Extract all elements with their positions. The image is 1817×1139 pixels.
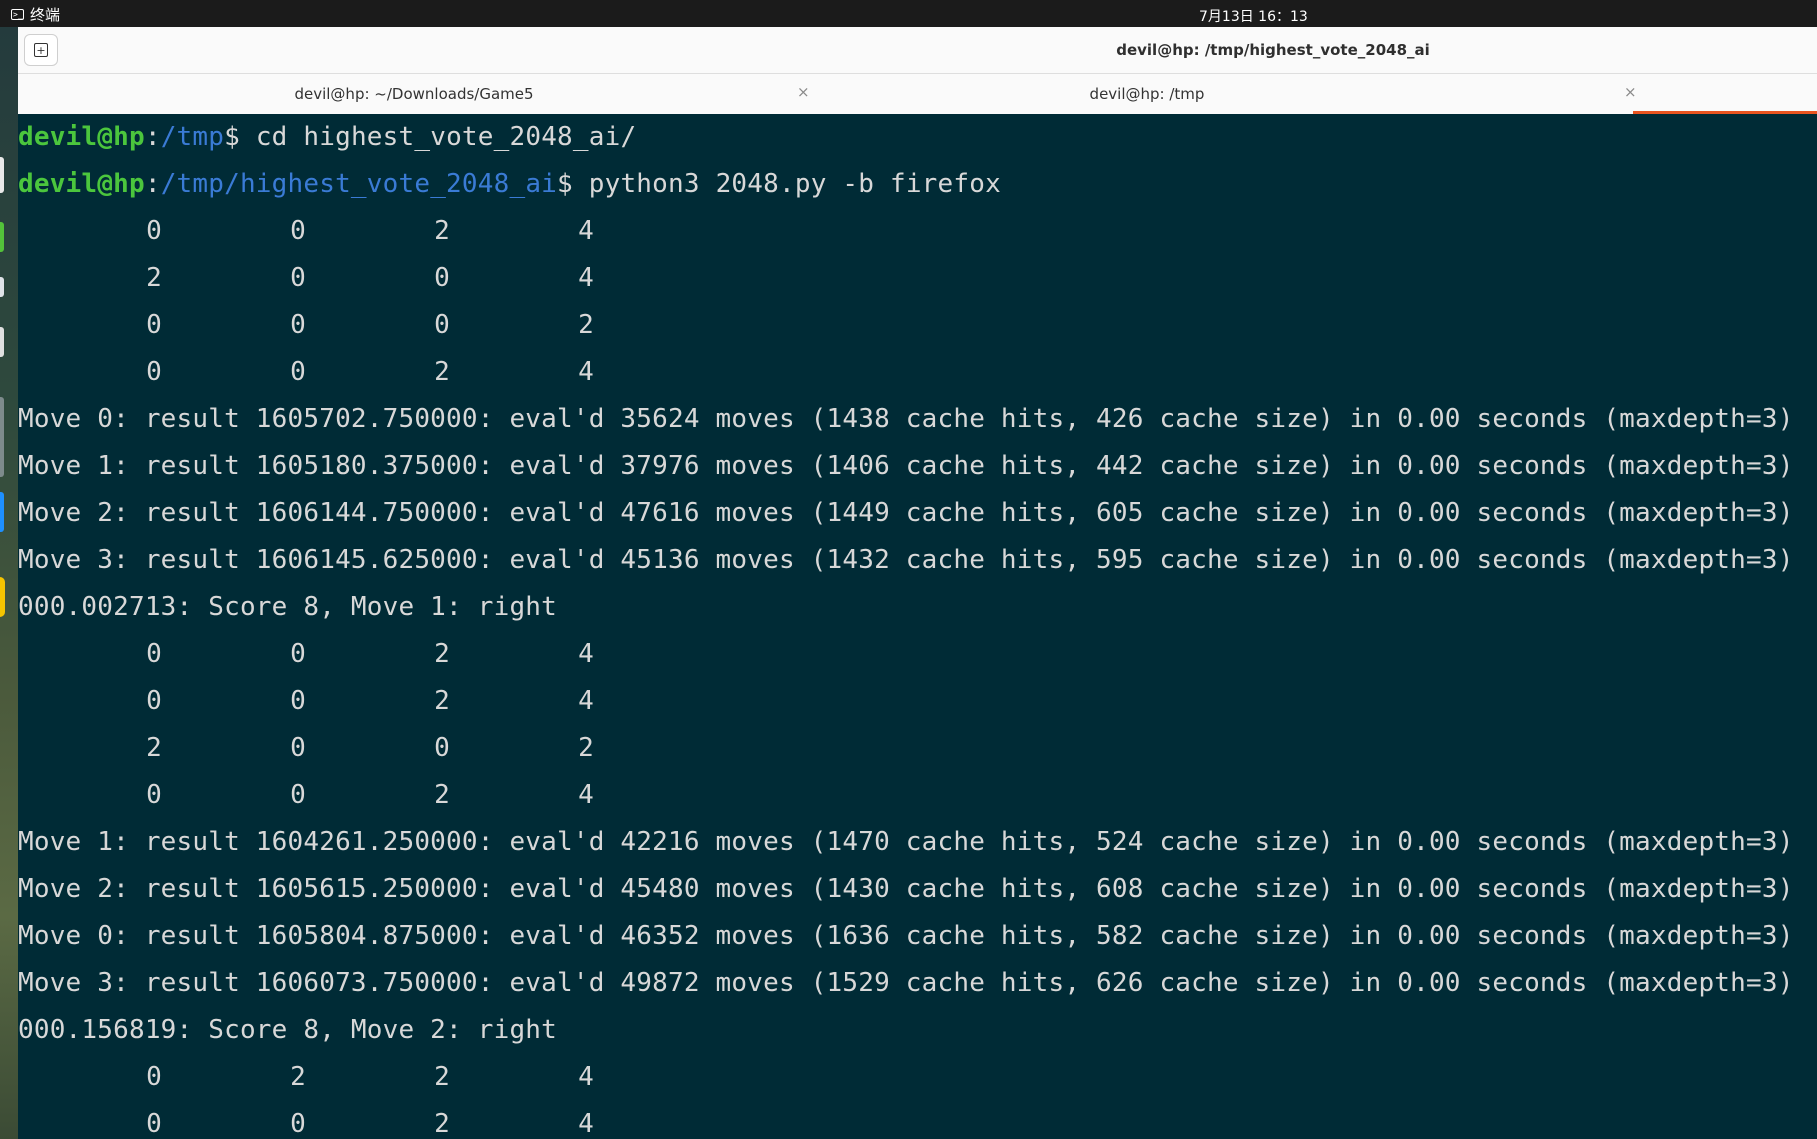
board-cell: 4	[578, 686, 594, 716]
prompt-colon: :	[144, 169, 161, 199]
board-row: 2004	[18, 255, 594, 302]
prompt-colon: :	[144, 122, 161, 152]
score-line: 000.002713: Score 8, Move 1: right	[18, 592, 558, 622]
app-name: 终端	[30, 6, 61, 24]
command-text: cd highest_vote_2048_ai/	[255, 122, 637, 152]
window-header-bar: + devil@hp: /tmp/highest_vote_2048_ai	[18, 27, 1817, 74]
prompt-line: devil@hp:/tmp/highest_vote_2048_ai$ pyth…	[18, 161, 1001, 208]
board-row: 2002	[18, 725, 594, 772]
board-row: 0 0 2 4	[18, 349, 594, 396]
move-log-line: Move 1: result 1604261.250000: eval'd 42…	[18, 827, 1794, 857]
new-tab-button[interactable]: +	[24, 34, 58, 66]
board-cell: 0	[146, 1109, 162, 1139]
board-cell: 0	[290, 686, 306, 716]
board-cell: 2	[434, 686, 450, 716]
dock-indicator[interactable]	[0, 577, 5, 617]
board-cell: 0	[146, 639, 162, 669]
board-cell: 4	[578, 1062, 594, 1092]
prompt-path: /tmp/highest_vote_2048_ai	[160, 169, 558, 199]
board-row: 0 0 2 4	[18, 772, 594, 819]
board-cell: 0	[146, 1062, 162, 1092]
board-cell: 0	[146, 216, 162, 246]
tab-game5[interactable]: devil@hp: ~/Downloads/Game5 ×	[18, 74, 810, 114]
board-cell: 0	[290, 1109, 306, 1139]
dock-indicator[interactable]	[0, 397, 4, 477]
system-top-bar: >_ 终端 7月13日 16：13	[0, 0, 1817, 27]
board-cell: 0	[434, 733, 450, 763]
board-row: 0 0 2 4	[18, 631, 594, 678]
board-cell: 0	[146, 310, 162, 340]
board-cell: 4	[578, 263, 594, 293]
prompt-user: devil@hp	[18, 122, 145, 152]
board-cell: 2	[434, 639, 450, 669]
board-cell: 0	[290, 357, 306, 387]
move-log-line: Move 2: result 1605615.250000: eval'd 45…	[18, 874, 1794, 904]
close-icon[interactable]: ×	[797, 83, 810, 101]
dock	[0, 27, 18, 1139]
new-tab-icon: +	[34, 43, 48, 57]
prompt-sigil: $	[224, 122, 256, 152]
dock-indicator[interactable]	[0, 222, 4, 252]
board-cell: 2	[146, 263, 162, 293]
board-cell: 4	[578, 216, 594, 246]
terminal-icon: >_	[11, 9, 24, 20]
board-cell: 2	[434, 1109, 450, 1139]
board-cell: 2	[434, 780, 450, 810]
dock-indicator[interactable]	[0, 327, 4, 357]
close-icon[interactable]: ×	[1624, 83, 1637, 101]
move-log-line: Move 3: result 1606073.750000: eval'd 49…	[18, 968, 1794, 998]
tab-strip: devil@hp: ~/Downloads/Game5 × devil@hp: …	[18, 74, 1817, 115]
board-cell: 0	[434, 263, 450, 293]
board-cell: 0	[290, 780, 306, 810]
board-row: 0 0 2 4	[18, 678, 594, 725]
prompt-user: devil@hp	[18, 169, 145, 199]
board-cell: 0	[290, 310, 306, 340]
board-cell: 2	[578, 310, 594, 340]
board-cell: 2	[146, 733, 162, 763]
move-log-line: Move 0: result 1605804.875000: eval'd 46…	[18, 921, 1794, 951]
board-cell: 0	[146, 686, 162, 716]
prompt-path: /tmp	[160, 122, 225, 152]
move-log-line: Move 2: result 1606144.750000: eval'd 47…	[18, 498, 1794, 528]
board-row: 0 0 2 4	[18, 1101, 594, 1139]
board-cell: 0	[290, 733, 306, 763]
board-cell: 2	[290, 1062, 306, 1092]
window-title: devil@hp: /tmp/highest_vote_2048_ai	[1116, 41, 1430, 59]
tab-label: devil@hp: /tmp	[1089, 85, 1205, 103]
board-cell: 4	[578, 1109, 594, 1139]
activities-app-menu[interactable]: >_ 终端	[11, 4, 60, 25]
board-cell: 0	[290, 216, 306, 246]
prompt-line: devil@hp:/tmp$ cd highest_vote_2048_ai/	[18, 114, 636, 161]
board-cell: 2	[434, 1062, 450, 1092]
board-row: 0 2 2 4	[18, 1054, 594, 1101]
move-log-line: Move 0: result 1605702.750000: eval'd 35…	[18, 404, 1794, 434]
board-cell: 2	[578, 733, 594, 763]
command-text: python3 2048.py -b firefox	[588, 169, 1001, 199]
tab-tmp[interactable]: devil@hp: /tmp ×	[810, 74, 1817, 114]
board-cell: 0	[146, 780, 162, 810]
score-line: 000.156819: Score 8, Move 2: right	[18, 1015, 558, 1045]
board-cell: 2	[434, 357, 450, 387]
board-cell: 4	[578, 357, 594, 387]
move-log-line: Move 1: result 1605180.375000: eval'd 37…	[18, 451, 1794, 481]
board-cell: 4	[578, 639, 594, 669]
move-log-line: Move 3: result 1606145.625000: eval'd 45…	[18, 545, 1794, 575]
board-cell: 0	[290, 639, 306, 669]
board-cell: 4	[578, 780, 594, 810]
dock-indicator[interactable]	[0, 157, 4, 193]
dock-indicator[interactable]	[0, 492, 4, 532]
board-cell: 0	[434, 310, 450, 340]
board-cell: 0	[290, 263, 306, 293]
board-row: 0 0 2 4	[18, 208, 594, 255]
board-row: 0 0 0 2	[18, 302, 594, 349]
prompt-sigil: $	[557, 169, 589, 199]
board-cell: 0	[146, 357, 162, 387]
clock[interactable]: 7月13日 16：13	[1199, 6, 1308, 26]
tab-label: devil@hp: ~/Downloads/Game5	[294, 85, 534, 103]
dock-indicator[interactable]	[0, 277, 4, 297]
board-cell: 2	[434, 216, 450, 246]
terminal-output[interactable]: devil@hp:/tmp$ cd highest_vote_2048_ai/ …	[18, 114, 1817, 1139]
